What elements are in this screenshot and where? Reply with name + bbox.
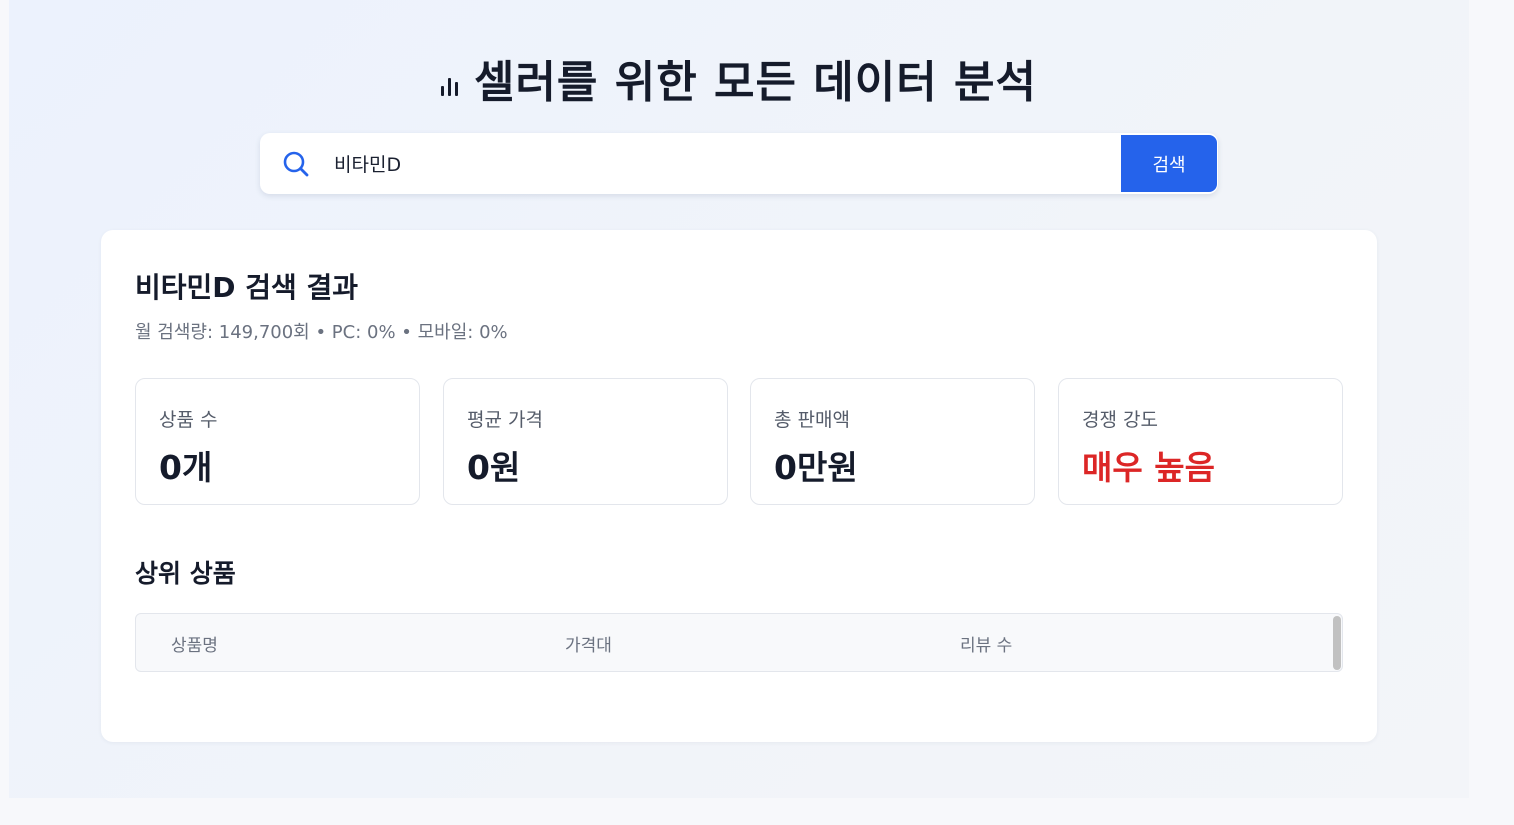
stat-label: 총 판매액: [774, 409, 850, 431]
column-header-review-count[interactable]: 리뷰 수: [960, 631, 1012, 656]
page-background: 셀러를 위한 모든 데이터 분석 검색 비타민D 검색 결과 월 검색량: 14…: [9, 0, 1469, 798]
top-products-table: 상품명 가격대 리뷰 수: [135, 613, 1343, 672]
column-header-product-name[interactable]: 상품명: [171, 631, 218, 656]
stat-card-average-price: 평균 가격 0원: [443, 378, 728, 505]
competition-level-badge: 매우 높음: [1082, 448, 1215, 487]
stat-card-product-count: 상품 수 0개: [135, 378, 420, 505]
search-volume-meta: 월 검색량: 149,700회 • PC: 0% • 모바일: 0%: [135, 322, 508, 343]
stat-card-total-sales: 총 판매액 0만원: [750, 378, 1035, 505]
column-header-price-range[interactable]: 가격대: [565, 631, 612, 656]
search-icon[interactable]: [260, 150, 332, 178]
search-bar: 검색: [260, 133, 1218, 194]
stat-value: 0만원: [774, 448, 858, 487]
table-scrollbar[interactable]: [1333, 616, 1341, 670]
page-title-text: 셀러를 위한 모든 데이터 분석: [473, 57, 1038, 108]
stat-label: 경쟁 강도: [1082, 409, 1158, 431]
stat-value: 0개: [159, 448, 213, 487]
stat-card-competition: 경쟁 강도 매우 높음: [1058, 378, 1343, 505]
top-products-title: 상위 상품: [135, 559, 236, 588]
page-title: 셀러를 위한 모든 데이터 분석: [9, 46, 1469, 110]
stat-value: 0원: [467, 448, 521, 487]
bar-chart-icon: [440, 72, 458, 96]
results-title: 비타민D 검색 결과: [135, 271, 359, 304]
stat-label: 평균 가격: [467, 409, 543, 431]
search-input[interactable]: [332, 133, 1121, 194]
results-card: 비타민D 검색 결과 월 검색량: 149,700회 • PC: 0% • 모바…: [101, 230, 1377, 742]
stat-label: 상품 수: [159, 409, 218, 431]
stats-row: 상품 수 0개 평균 가격 0원 총 판매액 0만원 경쟁 강도 매우 높음: [135, 378, 1343, 505]
search-button[interactable]: 검색: [1121, 135, 1217, 192]
